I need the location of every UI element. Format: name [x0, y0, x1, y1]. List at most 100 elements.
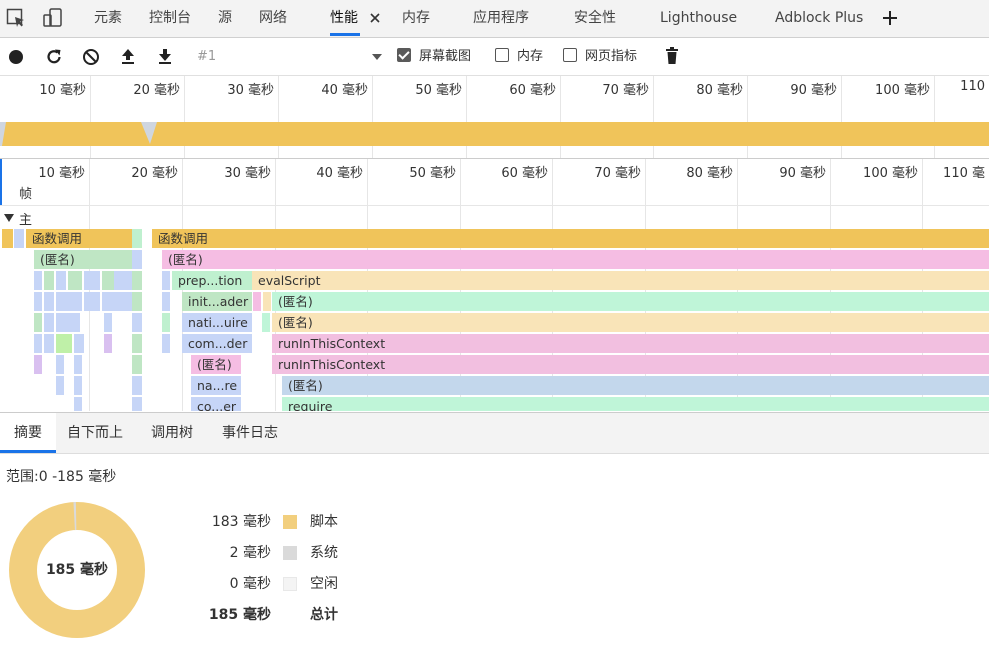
flame-event-small[interactable]: [34, 355, 42, 374]
flame-event[interactable]: init...ader: [182, 292, 252, 311]
flame-event-small[interactable]: [84, 271, 100, 290]
flame-event-small[interactable]: [74, 334, 84, 353]
flame-chart[interactable]: 10 毫秒 20 毫秒 30 毫秒 40 毫秒 50 毫秒 60 毫秒 70 毫秒 80 毫秒…: [0, 159, 989, 411]
main-track-label[interactable]: 主: [19, 209, 32, 228]
flame-event-small[interactable]: [132, 376, 142, 395]
flame-event-small[interactable]: [162, 271, 170, 290]
flame-event-small[interactable]: [56, 313, 80, 332]
flame-event-small[interactable]: [102, 292, 114, 311]
chevron-down-icon[interactable]: [371, 53, 383, 61]
flame-event-small[interactable]: [74, 355, 82, 374]
flame-event-small[interactable]: [56, 376, 64, 395]
close-tab-icon[interactable]: [369, 12, 381, 24]
screenshots-checkbox[interactable]: 屏幕截图: [397, 38, 471, 75]
flame-event-small[interactable]: [132, 250, 142, 269]
tab-call-tree[interactable]: 调用树: [151, 413, 193, 453]
flame-event-small[interactable]: [132, 334, 142, 353]
flame-event-small[interactable]: [132, 397, 142, 411]
flame-event-small[interactable]: [56, 355, 64, 374]
flame-event[interactable]: com...der: [182, 334, 252, 353]
flame-event-small[interactable]: [102, 271, 114, 290]
flame-event-small[interactable]: [132, 313, 142, 332]
tab-lighthouse[interactable]: Lighthouse: [660, 0, 737, 37]
flame-event-small[interactable]: [132, 229, 142, 248]
tab-event-log[interactable]: 事件日志: [222, 413, 278, 453]
flame-event-small[interactable]: [104, 313, 112, 332]
flame-event[interactable]: 函数调用: [152, 229, 989, 248]
screenshots-checkbox-box[interactable]: [397, 48, 411, 62]
flame-event[interactable]: prep...tion: [172, 271, 252, 290]
tab-adblock-plus[interactable]: Adblock Plus: [775, 0, 863, 37]
record-icon[interactable]: [8, 49, 24, 65]
flame-event-small[interactable]: [132, 292, 142, 311]
flame-event-small[interactable]: [2, 229, 13, 248]
flame-event-small[interactable]: [263, 292, 271, 311]
flame-event[interactable]: nati...uire: [182, 313, 252, 332]
flame-event-small[interactable]: [44, 271, 54, 290]
flame-event[interactable]: (匿名): [191, 355, 241, 374]
flame-event-small[interactable]: [68, 271, 82, 290]
flame-event-small[interactable]: [162, 292, 170, 311]
flame-event-small[interactable]: [262, 313, 270, 332]
flame-event[interactable]: runInThisContext: [272, 355, 989, 374]
upload-profile-icon[interactable]: [120, 47, 136, 65]
tab-bottom-up[interactable]: 自下而上: [67, 413, 123, 453]
flame-event-small[interactable]: [74, 397, 82, 411]
tab-sources[interactable]: 源: [218, 0, 232, 37]
flame-event[interactable]: evalScript: [252, 271, 989, 290]
flame-event-small[interactable]: [56, 292, 68, 311]
web-vitals-checkbox[interactable]: 网页指标: [563, 38, 637, 75]
profile-select[interactable]: #1: [197, 38, 216, 75]
frames-track-label[interactable]: 帧: [19, 183, 32, 202]
expand-main-track-icon[interactable]: [4, 213, 14, 223]
inspect-element-icon[interactable]: [6, 8, 26, 28]
flame-event-small[interactable]: [56, 334, 72, 353]
flame-event-small[interactable]: [253, 292, 261, 311]
memory-checkbox[interactable]: 内存: [495, 38, 543, 75]
flame-event[interactable]: co...er: [191, 397, 241, 411]
tab-summary[interactable]: 摘要: [0, 413, 56, 453]
flame-event-small[interactable]: [162, 334, 170, 353]
flame-event[interactable]: na...re: [191, 376, 241, 395]
flame-event[interactable]: require: [282, 397, 989, 411]
timeline-overview[interactable]: 10 毫秒 20 毫秒 30 毫秒 40 毫秒 50 毫秒 60 毫秒 70 毫秒 80 毫秒…: [0, 76, 989, 159]
flame-event-small[interactable]: [44, 313, 54, 332]
flame-event-small[interactable]: [104, 334, 112, 353]
tab-elements[interactable]: 元素: [94, 0, 122, 37]
flame-event-small[interactable]: [34, 271, 42, 290]
device-toolbar-icon[interactable]: [42, 7, 64, 29]
flame-event-small[interactable]: [162, 313, 170, 332]
flame-event-small[interactable]: [84, 292, 100, 311]
tab-network[interactable]: 网络: [259, 0, 287, 37]
tab-console[interactable]: 控制台: [149, 0, 191, 37]
flame-event-small[interactable]: [34, 334, 42, 353]
add-tab-icon[interactable]: [882, 10, 898, 26]
flame-event-small[interactable]: [132, 355, 142, 374]
flame-event-small[interactable]: [68, 292, 82, 311]
flame-event[interactable]: 函数调用: [26, 229, 132, 248]
clear-icon[interactable]: [82, 48, 100, 66]
flame-event-small[interactable]: [44, 292, 54, 311]
download-profile-icon[interactable]: [157, 47, 173, 65]
flame-event[interactable]: (匿名): [282, 376, 989, 395]
flame-event[interactable]: runInThisContext: [272, 334, 989, 353]
memory-checkbox-box[interactable]: [495, 48, 509, 62]
flame-event-small[interactable]: [34, 292, 42, 311]
tab-application[interactable]: 应用程序: [473, 0, 529, 37]
flame-event-small[interactable]: [34, 313, 42, 332]
reload-icon[interactable]: [45, 48, 63, 66]
flame-event-small[interactable]: [44, 334, 54, 353]
flame-event-small[interactable]: [14, 229, 24, 248]
flame-event-small[interactable]: [114, 271, 132, 290]
flame-event-small[interactable]: [74, 376, 82, 395]
flame-event[interactable]: (匿名): [162, 250, 989, 269]
flame-event-small[interactable]: [56, 271, 66, 290]
flame-event[interactable]: (匿名): [272, 313, 989, 332]
flame-event-small[interactable]: [132, 271, 142, 290]
trash-icon[interactable]: [665, 47, 679, 65]
tab-performance[interactable]: 性能: [330, 0, 358, 37]
web-vitals-checkbox-box[interactable]: [563, 48, 577, 62]
flame-event-small[interactable]: [114, 292, 132, 311]
tab-memory[interactable]: 内存: [402, 0, 430, 37]
flame-event[interactable]: (匿名): [272, 292, 989, 311]
